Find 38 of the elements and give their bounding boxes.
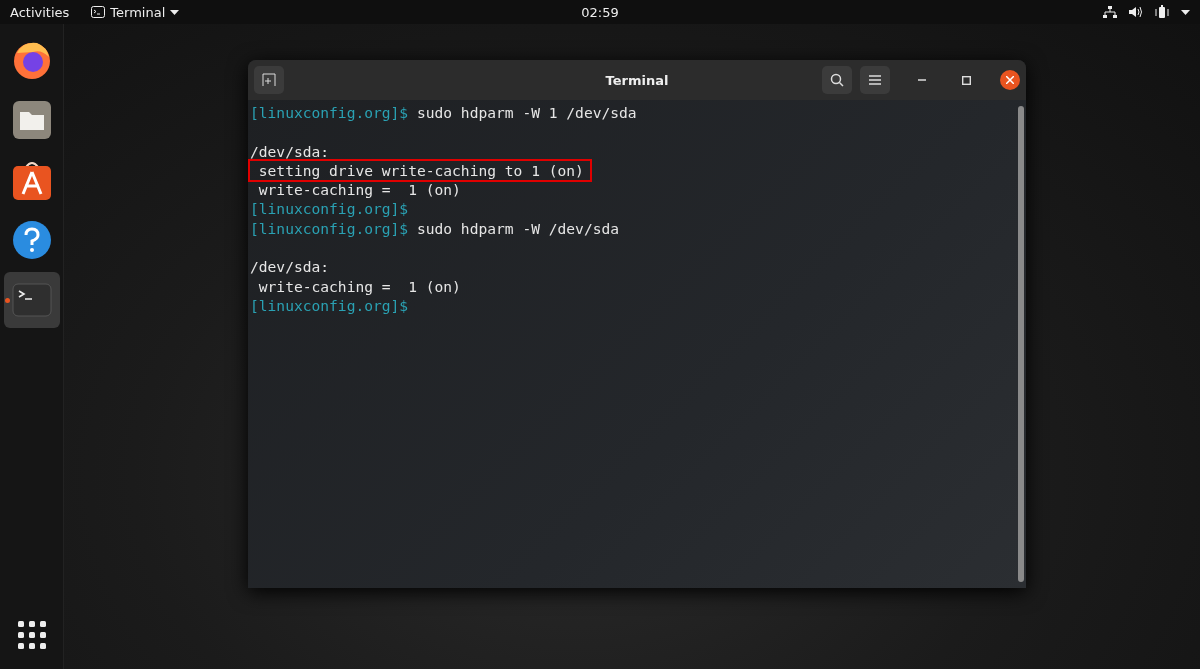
grid-icon (16, 620, 47, 650)
folder-icon (11, 100, 52, 140)
maximize-icon (961, 75, 971, 85)
window-title: Terminal (605, 72, 669, 88)
battery-icon[interactable] (1155, 5, 1169, 19)
terminal-icon (91, 6, 106, 18)
activities-button[interactable]: Activities (10, 4, 70, 20)
menu-icon (869, 75, 881, 85)
caret-icon[interactable] (1181, 9, 1190, 15)
scrollbar[interactable] (1018, 106, 1024, 582)
shopping-bag-icon (11, 159, 52, 201)
running-indicator-icon (4, 298, 10, 303)
minimize-icon (918, 79, 926, 81)
command-text: sudo hdparm -W /dev/sda (415, 218, 620, 239)
shell-prompt: [linuxconfig.org]$ (250, 103, 409, 123)
menu-button[interactable] (860, 66, 890, 94)
new-tab-button[interactable] (254, 66, 284, 94)
clock[interactable]: 02:59 (581, 4, 619, 20)
close-button[interactable] (1000, 70, 1020, 90)
new-tab-icon (262, 73, 276, 87)
output-text: /dev/sda: (250, 141, 330, 161)
app-menu[interactable]: Terminal (91, 4, 180, 20)
shell-prompt: [linuxconfig.org]$ (250, 218, 409, 239)
command-text: sudo hdparm -W 1 /dev/sda (415, 103, 637, 123)
search-button[interactable] (822, 66, 852, 94)
close-icon (1006, 76, 1014, 84)
output-text: write-caching = 1 (on) (257, 276, 461, 296)
help-icon (11, 220, 52, 260)
shell-prompt: [linuxconfig.org]$ (250, 295, 409, 316)
network-icon[interactable] (1103, 6, 1117, 18)
terminal-icon (11, 283, 52, 317)
output-text: write-caching = 1 (on) (257, 180, 461, 200)
shell-prompt: [linuxconfig.org]$ (250, 199, 409, 219)
volume-icon[interactable] (1129, 6, 1143, 18)
output-text: /dev/sda: (250, 257, 330, 277)
search-icon (830, 73, 844, 87)
highlighted-output-text: setting drive write-caching to 1 (on) (250, 160, 590, 181)
caret-icon (170, 9, 180, 15)
